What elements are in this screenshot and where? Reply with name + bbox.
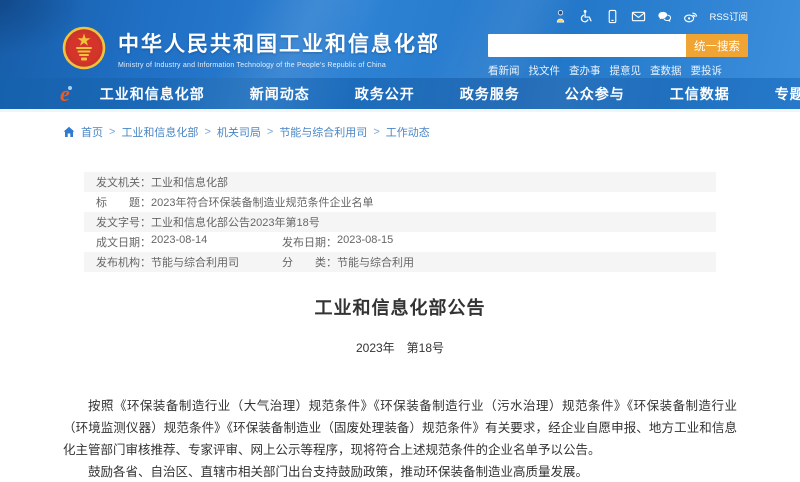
miit-e-logo-icon[interactable]: e [60, 83, 70, 105]
meta-value: 2023-08-15 [337, 234, 393, 250]
quick-link-data[interactable]: 查数据 [650, 63, 682, 78]
breadcrumb-miit[interactable]: 工业和信息化部 [121, 124, 198, 140]
nav-item-special-columns[interactable]: 专题专栏 [775, 84, 800, 104]
nav-item-gov-services[interactable]: 政务服务 [460, 84, 520, 104]
meta-row-publisher-category: 发布机构：节能与综合利用司 分 类：节能与综合利用 [84, 252, 716, 272]
meta-value: 节能与综合利用司 [151, 254, 239, 270]
quick-link-opinions[interactable]: 提意见 [610, 63, 642, 78]
header-tools: RSS订阅 统一搜索 看新闻 找文件 查办事 提意见 查数据 要投诉 [488, 8, 748, 78]
nav-item-public-participation[interactable]: 公众参与 [565, 84, 625, 104]
site-logo[interactable]: 中华人民共和国工业和信息化部 Ministry of Industry and … [62, 26, 440, 70]
meta-label: 发文机关： [96, 174, 151, 190]
breadcrumb-separator: > [267, 126, 273, 138]
meta-value: 2023年符合环保装备制造业规范条件企业名单 [151, 194, 373, 210]
announcement-title: 工业和信息化部公告 [63, 294, 737, 320]
ministry-title-cn: 中华人民共和国工业和信息化部 [118, 28, 440, 58]
quick-link-services[interactable]: 查办事 [569, 63, 601, 78]
mobile-icon[interactable] [605, 9, 620, 24]
body-paragraph: 鼓励各省、自治区、直辖市相关部门出台支持鼓励政策，推动环保装备制造业高质量发展。 [63, 461, 737, 482]
meta-label: 成文日期： [96, 234, 151, 250]
search-input[interactable] [488, 34, 686, 57]
meta-label: 发布机构： [96, 254, 151, 270]
quick-link-complaints[interactable]: 要投诉 [691, 63, 723, 78]
meta-row-dates: 成文日期：2023-08-14 发布日期：2023-08-15 [84, 232, 716, 252]
ministry-title-en: Ministry of Industry and Information Tec… [118, 62, 440, 69]
miit-page: 中华人民共和国工业和信息化部 Ministry of Industry and … [0, 0, 800, 482]
mail-icon[interactable] [631, 9, 646, 24]
article-main: 发文机关：工业和信息化部 标 题：2023年符合环保装备制造业规范条件企业名单 … [0, 172, 800, 482]
meta-label: 发文字号： [96, 214, 151, 230]
header-icons-row: RSS订阅 [488, 8, 748, 24]
home-icon[interactable] [63, 126, 75, 138]
wechat-icon[interactable] [657, 9, 672, 24]
meta-value: 节能与综合利用 [337, 254, 414, 270]
breadcrumb: 首页 > 工业和信息化部 > 机关司局 > 节能与综合利用司 > 工作动态 [0, 112, 800, 150]
announcement-body: 按照《环保装备制造行业（大气治理）规范条件》《环保装备制造行业（污水治理）规范条… [63, 395, 737, 482]
meta-value: 工业和信息化部公告2023年第18号 [151, 214, 320, 230]
meta-row-issuing-agency: 发文机关：工业和信息化部 [84, 172, 716, 192]
meta-label: 分 类： [282, 254, 337, 270]
body-paragraph: 按照《环保装备制造行业（大气治理）规范条件》《环保装备制造行业（污水治理）规范条… [63, 395, 737, 461]
breadcrumb-home[interactable]: 首页 [81, 124, 103, 140]
quick-link-files[interactable]: 找文件 [529, 63, 561, 78]
national-emblem-icon [62, 26, 106, 70]
rss-subscribe-link[interactable]: RSS订阅 [709, 9, 748, 23]
meta-value: 2023-08-14 [151, 234, 207, 250]
meta-row-title: 标 题：2023年符合环保装备制造业规范条件企业名单 [84, 192, 716, 212]
search-button[interactable]: 统一搜索 [686, 34, 748, 57]
nav-item-news[interactable]: 新闻动态 [250, 84, 310, 104]
meta-value: 工业和信息化部 [151, 174, 228, 190]
accessibility-icon[interactable] [553, 9, 568, 24]
main-nav: e 工业和信息化部 新闻动态 政务公开 政务服务 公众参与 工信数据 专题专栏 [0, 78, 800, 112]
weibo-icon[interactable] [683, 9, 698, 24]
site-header: 中华人民共和国工业和信息化部 Ministry of Industry and … [0, 0, 800, 78]
meta-label: 标 题： [96, 194, 151, 210]
breadcrumb-departments[interactable]: 机关司局 [217, 124, 261, 140]
announcement-number: 2023年 第18号 [63, 339, 737, 356]
breadcrumb-separator: > [204, 126, 210, 138]
meta-row-doc-number: 发文字号：工业和信息化部公告2023年第18号 [84, 212, 716, 232]
search-bar: 统一搜索 [488, 34, 748, 57]
breadcrumb-separator: > [373, 126, 379, 138]
nav-item-data[interactable]: 工信数据 [670, 84, 730, 104]
meta-label: 发布日期： [282, 234, 337, 250]
breadcrumb-separator: > [109, 126, 115, 138]
quick-links: 看新闻 找文件 查办事 提意见 查数据 要投诉 [488, 63, 748, 78]
wheelchair-icon[interactable] [579, 9, 594, 24]
document-meta-table: 发文机关：工业和信息化部 标 题：2023年符合环保装备制造业规范条件企业名单 … [84, 172, 716, 272]
nav-item-gov-disclosure[interactable]: 政务公开 [355, 84, 415, 104]
breadcrumb-work-updates[interactable]: 工作动态 [386, 124, 430, 140]
site-title-block: 中华人民共和国工业和信息化部 Ministry of Industry and … [118, 28, 440, 69]
quick-link-news[interactable]: 看新闻 [488, 63, 520, 78]
nav-item-miit[interactable]: 工业和信息化部 [100, 84, 205, 104]
breadcrumb-energy-dept[interactable]: 节能与综合利用司 [279, 124, 367, 140]
